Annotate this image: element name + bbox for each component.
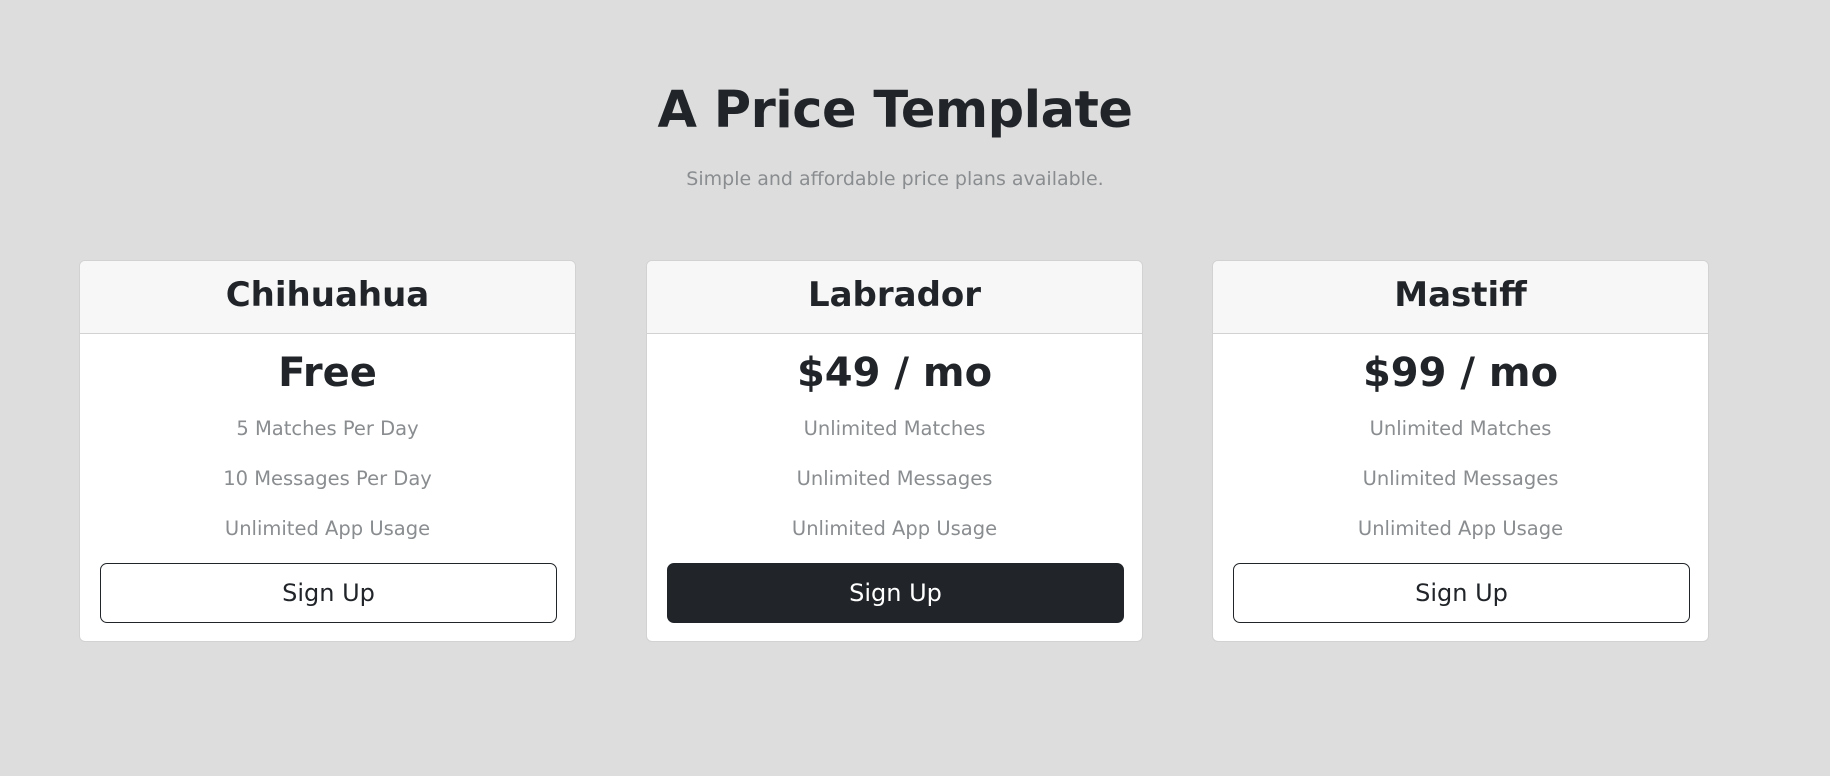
feature-list: Unlimited Matches Unlimited Messages Unl… — [667, 404, 1122, 554]
pricing-page: A Price Template Simple and affordable p… — [0, 0, 1830, 776]
plan-price: $49 / mo — [796, 350, 993, 396]
pricing-card-chihuahua: Chihuahua Free 5 Matches Per Day 10 Mess… — [79, 260, 576, 642]
pricing-header: A Price Template Simple and affordable p… — [0, 78, 1790, 190]
feature-list: 5 Matches Per Day 10 Messages Per Day Un… — [100, 404, 555, 554]
feature-item: Unlimited Messages — [796, 467, 993, 490]
feature-item: Unlimited App Usage — [1357, 517, 1564, 540]
card-body: Free 5 Matches Per Day 10 Messages Per D… — [80, 334, 575, 623]
sign-up-button[interactable]: Sign Up — [667, 563, 1124, 623]
page-subtitle: Simple and affordable price plans availa… — [686, 168, 1104, 190]
feature-item: Unlimited App Usage — [791, 517, 998, 540]
feature-item: Unlimited Messages — [1362, 467, 1559, 490]
card-header: Chihuahua — [80, 261, 575, 334]
feature-item: 5 Matches Per Day — [236, 417, 419, 440]
sign-up-button[interactable]: Sign Up — [100, 563, 557, 623]
plan-price: $99 / mo — [1362, 350, 1559, 396]
plan-price: Free — [278, 350, 377, 396]
sign-up-button[interactable]: Sign Up — [1233, 563, 1690, 623]
plan-name: Mastiff — [1394, 275, 1527, 315]
card-header: Labrador — [647, 261, 1142, 334]
card-body: $99 / mo Unlimited Matches Unlimited Mes… — [1213, 334, 1708, 623]
feature-item: 10 Messages Per Day — [223, 467, 432, 490]
pricing-card-labrador: Labrador $49 / mo Unlimited Matches Unli… — [646, 260, 1143, 642]
plan-name: Chihuahua — [225, 275, 430, 315]
feature-list: Unlimited Matches Unlimited Messages Unl… — [1233, 404, 1688, 554]
feature-item: Unlimited App Usage — [224, 517, 431, 540]
plan-name: Labrador — [807, 275, 982, 315]
feature-item: Unlimited Matches — [803, 417, 986, 440]
card-header: Mastiff — [1213, 261, 1708, 334]
feature-item: Unlimited Matches — [1369, 417, 1552, 440]
card-body: $49 / mo Unlimited Matches Unlimited Mes… — [647, 334, 1142, 623]
pricing-card-mastiff: Mastiff $99 / mo Unlimited Matches Unlim… — [1212, 260, 1709, 642]
page-title: A Price Template — [657, 81, 1133, 140]
